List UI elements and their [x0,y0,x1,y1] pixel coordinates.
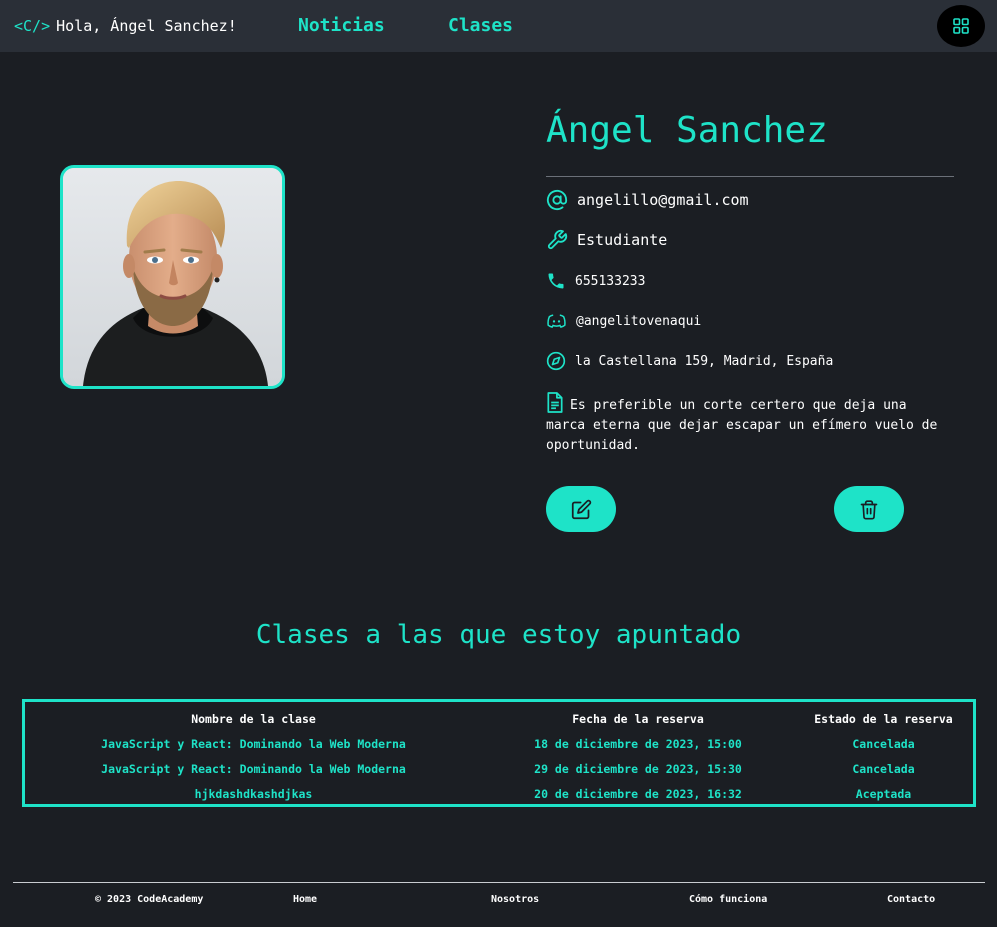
trash-icon [860,499,878,519]
brand[interactable]: <C/> Hola, Ángel Sanchez! [14,17,237,35]
email-row: angelillo@gmail.com [546,189,749,211]
profile-name: Ángel Sanchez [546,110,828,151]
at-icon [546,189,568,211]
edit-profile-button[interactable] [546,486,616,532]
phone-icon [548,273,564,289]
classes-title: Clases a las que estoy apuntado [255,620,742,650]
greeting-text: Hola, Ángel Sanchez! [56,17,237,35]
wrench-icon [547,229,568,250]
footer-link-contacto[interactable]: Contacto [887,894,935,905]
class-name-cell: JavaScript y React: Dominando la Web Mod… [101,761,406,776]
role-text: Estudiante [577,231,668,249]
role-row: Estudiante [546,229,667,251]
divider [546,176,954,177]
discord-text: @angelitovenaqui [576,313,702,329]
date-cell: 20 de diciembre de 2023, 16:32 [534,786,742,801]
class-name-cell: JavaScript y React: Dominando la Web Mod… [101,736,406,751]
phone-text: 655133233 [575,273,646,289]
column-header-class-name: Nombre de la clase [191,711,316,726]
footer-divider [13,882,985,883]
nav-noticias[interactable]: Noticias [298,15,385,36]
table-row: hjkdashdkashdjkas 20 de diciembre de 202… [25,781,973,806]
column-header-date: Fecha de la reserva [572,711,704,726]
footer-link-home[interactable]: Home [293,894,317,905]
email-text: angelillo@gmail.com [577,191,749,209]
top-navbar: <C/> Hola, Ángel Sanchez! Noticias Clase… [0,0,997,52]
code-logo: <C/> [14,17,51,35]
date-cell: 29 de diciembre de 2023, 15:30 [534,761,742,776]
status-cell: Cancelada [852,736,915,751]
date-cell: 18 de diciembre de 2023, 15:00 [534,736,742,751]
discord-row: @angelitovenaqui [546,311,701,331]
delete-profile-button[interactable] [834,486,904,532]
bio-text: Es preferible un corte certero que deja … [546,398,938,453]
avatar-portrait [63,168,282,386]
footer-copyright: © 2023 CodeAcademy [95,894,204,905]
profile-avatar [60,165,285,389]
address-row: la Castellana 159, Madrid, España [546,351,833,371]
compass-icon [546,351,566,371]
grid-icon [953,18,969,34]
status-cell: Aceptada [855,786,912,801]
document-icon [547,392,563,413]
table-header-row: Nombre de la clase Fecha de la reserva E… [25,702,973,731]
discord-icon [547,314,566,328]
bio-block: Es preferible un corte certero que deja … [546,392,951,456]
nav-clases[interactable]: Clases [448,15,513,36]
table-row: JavaScript y React: Dominando la Web Mod… [25,731,973,756]
classes-table: Nombre de la clase Fecha de la reserva E… [22,699,976,807]
status-cell: Cancelada [852,761,915,776]
table-row: JavaScript y React: Dominando la Web Mod… [25,756,973,781]
class-name-cell: hjkdashdkashdjkas [194,786,313,801]
column-header-status: Estado de la reserva [814,711,953,726]
menu-button[interactable] [937,5,985,47]
phone-row: 655133233 [546,271,645,291]
footer-link-nosotros[interactable]: Nosotros [491,894,539,905]
footer-link-como-funciona[interactable]: Cómo funciona [689,894,767,905]
address-text: la Castellana 159, Madrid, España [575,353,834,369]
edit-icon [571,499,591,519]
